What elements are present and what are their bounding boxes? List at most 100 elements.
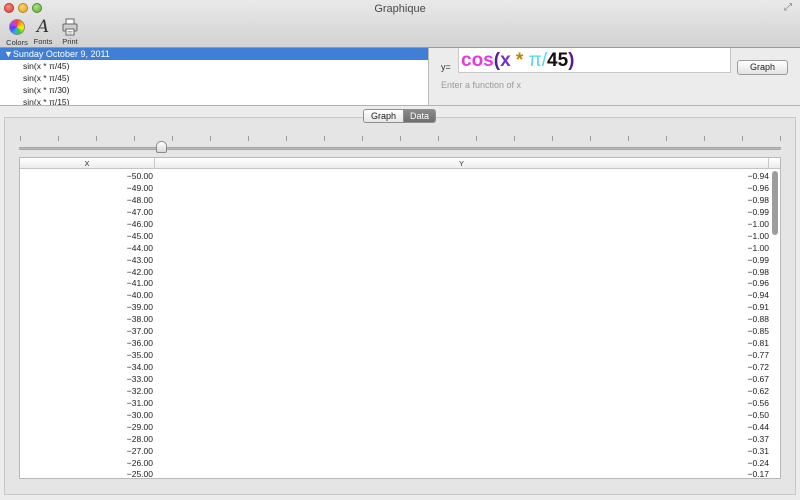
table-row[interactable]: −31.00 −0.56 xyxy=(20,397,770,409)
token-operator: * xyxy=(510,50,529,71)
table-row[interactable]: −44.00 −1.00 xyxy=(20,242,770,254)
table-row[interactable]: −28.00 −0.37 xyxy=(20,433,770,445)
table-row[interactable]: −41.00 −0.96 xyxy=(20,277,770,289)
table-row[interactable]: −30.00 −0.50 xyxy=(20,409,770,421)
table-row[interactable]: −25.00 −0.17 xyxy=(20,468,770,479)
cell-y: −0.91 xyxy=(747,302,769,313)
function-input[interactable]: cos(x * π/45) xyxy=(458,48,731,73)
history-item[interactable]: sin(x * π/45) xyxy=(0,60,428,72)
column-header-x[interactable]: X xyxy=(20,158,155,169)
table-row[interactable]: −32.00 −0.62 xyxy=(20,385,770,397)
cell-x: −33.00 xyxy=(126,373,153,384)
cell-y: −0.96 xyxy=(747,182,769,193)
table-row[interactable]: −36.00 −0.81 xyxy=(20,337,770,349)
token-pi: π xyxy=(528,50,542,71)
cell-y: −0.96 xyxy=(747,278,769,289)
history-list[interactable]: ▼Sunday October 9, 2011 sin(x * π/45) si… xyxy=(0,48,429,105)
table-row[interactable]: −46.00 −1.00 xyxy=(20,218,770,230)
table-row[interactable]: −35.00 −0.77 xyxy=(20,349,770,361)
cell-x: −31.00 xyxy=(126,397,153,408)
cell-x: −32.00 xyxy=(126,385,153,396)
cell-x: −25.00 xyxy=(126,469,153,479)
cell-x: −39.00 xyxy=(126,302,153,313)
slider-knob[interactable] xyxy=(156,141,167,153)
table-row[interactable]: −42.00 −0.98 xyxy=(20,266,770,278)
fonts-label: Fonts xyxy=(33,37,53,46)
slider-tick xyxy=(286,136,287,141)
fullscreen-icon[interactable]: ⤢ xyxy=(784,3,794,13)
cell-y: −0.37 xyxy=(747,433,769,444)
tab-graph[interactable]: Graph xyxy=(364,110,404,122)
cell-x: −49.00 xyxy=(126,182,153,193)
slider-tick xyxy=(742,136,743,141)
table-row[interactable]: −40.00 −0.94 xyxy=(20,289,770,301)
scroll-thumb[interactable] xyxy=(772,171,778,235)
slider-tick xyxy=(248,136,249,141)
cell-x: −45.00 xyxy=(126,230,153,241)
cell-x: −28.00 xyxy=(126,433,153,444)
cell-x: −36.00 xyxy=(126,338,153,349)
cell-y: −0.98 xyxy=(747,266,769,277)
table-row[interactable]: −47.00 −0.99 xyxy=(20,206,770,218)
token-paren-close: ) xyxy=(568,50,575,71)
cell-x: −30.00 xyxy=(126,409,153,420)
table-row[interactable]: −49.00 −0.96 xyxy=(20,182,770,194)
slider-tick xyxy=(362,136,363,141)
slider-tick xyxy=(780,136,781,141)
slider-tick xyxy=(552,136,553,141)
fonts-toolbar-button[interactable]: A Fonts xyxy=(28,18,58,46)
function-expression: cos(x * π/45) xyxy=(461,50,574,72)
table-row[interactable]: −29.00 −0.44 xyxy=(20,421,770,433)
data-table[interactable]: X Y −50.00 −0.94 −49.00 −0.96 −48.00 −0.98 −47… xyxy=(19,157,781,479)
cell-y: −0.81 xyxy=(747,338,769,349)
title-toolbar: Graphique ⤢ Colors A Fonts Print xyxy=(0,0,800,48)
font-icon: A xyxy=(36,17,50,37)
slider-tick xyxy=(172,136,173,141)
table-row[interactable]: −43.00 −0.99 xyxy=(20,254,770,266)
cell-y: −0.94 xyxy=(747,171,769,181)
cell-x: −34.00 xyxy=(126,362,153,372)
table-row[interactable]: −50.00 −0.94 xyxy=(20,170,770,182)
table-row[interactable]: −45.00 −1.00 xyxy=(20,230,770,242)
history-item[interactable]: sin(x * π/30) xyxy=(0,84,428,96)
cell-y: −0.85 xyxy=(747,326,769,337)
cell-y: −0.99 xyxy=(747,254,769,265)
column-header-y[interactable]: Y xyxy=(155,158,769,169)
print-label: Print xyxy=(62,37,78,46)
table-row[interactable]: −26.00 −0.24 xyxy=(20,457,770,469)
history-group-header[interactable]: ▼Sunday October 9, 2011 xyxy=(0,48,428,60)
graph-button[interactable]: Graph xyxy=(737,60,788,75)
cell-y: −0.17 xyxy=(747,469,769,479)
cell-y: −0.50 xyxy=(747,409,769,420)
cell-y: −1.00 xyxy=(747,218,769,229)
cell-x: −44.00 xyxy=(126,242,153,253)
function-hint: Enter a function of x xyxy=(441,80,522,90)
cell-y: −0.94 xyxy=(747,290,769,301)
cell-y: −0.72 xyxy=(747,362,769,372)
table-row[interactable]: −39.00 −0.91 xyxy=(20,301,770,313)
tab-data[interactable]: Data xyxy=(404,110,435,122)
cell-x: −27.00 xyxy=(126,445,153,456)
cell-x: −42.00 xyxy=(126,266,153,277)
window-title: Graphique xyxy=(374,3,426,15)
color-wheel-icon xyxy=(9,19,25,35)
table-row[interactable]: −38.00 −0.88 xyxy=(20,313,770,325)
table-row[interactable]: −48.00 −0.98 xyxy=(20,194,770,206)
table-row[interactable]: −34.00 −0.72 xyxy=(20,361,770,373)
cell-x: −29.00 xyxy=(126,421,153,432)
slider-tick xyxy=(666,136,667,141)
print-toolbar-button[interactable]: Print xyxy=(55,18,85,46)
table-row[interactable]: −33.00 −0.67 xyxy=(20,373,770,385)
cell-x: −46.00 xyxy=(126,218,153,229)
split-divider[interactable] xyxy=(0,105,800,106)
cell-x: −43.00 xyxy=(126,254,153,265)
table-scrollbar[interactable] xyxy=(772,171,779,477)
slider-track[interactable] xyxy=(19,147,781,150)
slider-tick xyxy=(96,136,97,141)
slider-tick xyxy=(20,136,21,141)
history-item[interactable]: sin(x * π/15) xyxy=(0,96,428,105)
function-area: ▼Sunday October 9, 2011 sin(x * π/45) si… xyxy=(0,48,800,105)
table-row[interactable]: −37.00 −0.85 xyxy=(20,325,770,337)
history-item[interactable]: sin(x * π/45) xyxy=(0,72,428,84)
table-row[interactable]: −27.00 −0.31 xyxy=(20,445,770,457)
